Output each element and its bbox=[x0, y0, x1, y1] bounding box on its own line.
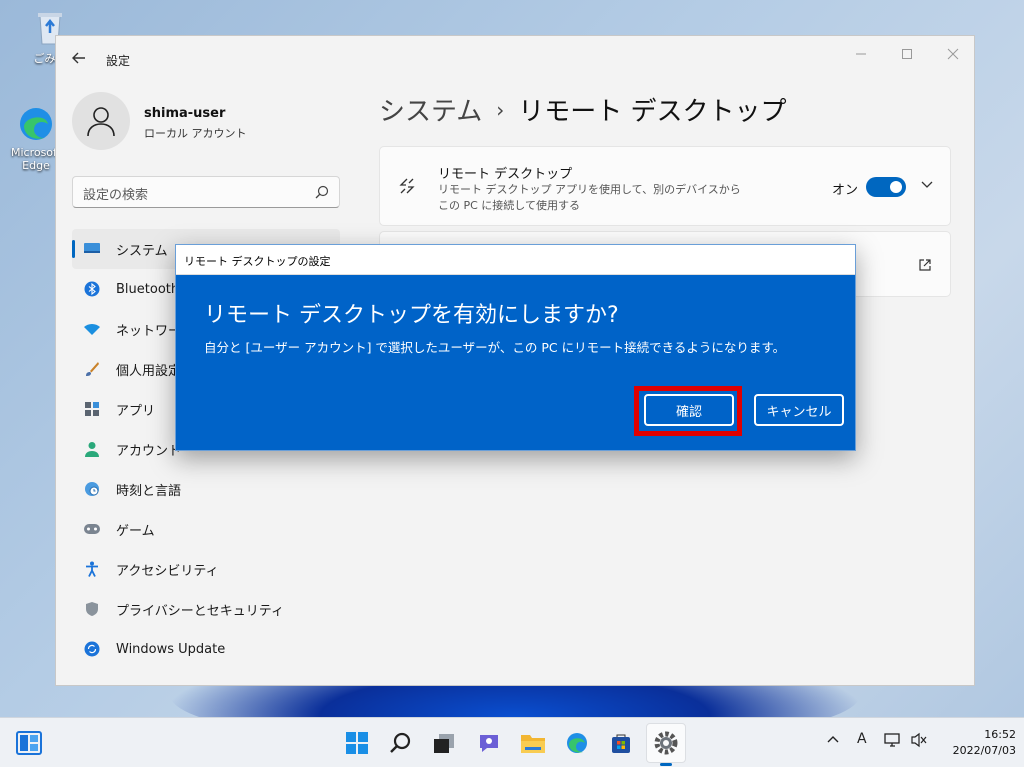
user-profile[interactable]: shima-user ローカル アカウント bbox=[72, 92, 247, 150]
setting-title: リモート デスクトップ bbox=[438, 167, 573, 182]
store-button[interactable] bbox=[606, 728, 636, 758]
network-icon bbox=[884, 733, 900, 747]
avatar bbox=[72, 92, 130, 150]
speaker-muted-icon bbox=[911, 732, 927, 748]
task-view-icon bbox=[434, 734, 454, 753]
minimize-button[interactable] bbox=[840, 42, 882, 70]
page-title: リモート デスクトップ bbox=[518, 97, 787, 127]
toggle-state-label: オン bbox=[832, 183, 859, 198]
file-explorer-icon bbox=[521, 735, 545, 753]
external-link-icon bbox=[919, 259, 931, 271]
back-arrow-icon bbox=[72, 52, 85, 64]
window-title: 設定 bbox=[106, 54, 131, 68]
start-icon bbox=[346, 732, 368, 754]
update-icon bbox=[82, 639, 102, 659]
dialog-message: 自分と [ユーザー アカウント] で選択したユーザーが、この PC にリモート接… bbox=[204, 340, 786, 355]
settings-button[interactable] bbox=[651, 728, 681, 758]
person-avatar-icon bbox=[87, 107, 115, 137]
nav-item-privacy-security[interactable]: プライバシーとセキュリティ bbox=[72, 589, 340, 629]
window-titlebar[interactable]: 設定 bbox=[56, 36, 974, 80]
display-icon bbox=[82, 239, 102, 259]
start-button[interactable] bbox=[342, 728, 372, 758]
breadcrumb-separator: › bbox=[496, 97, 505, 122]
task-view-button[interactable] bbox=[429, 728, 459, 758]
dialog-heading: リモート デスクトップを有効にしますか? bbox=[204, 303, 619, 328]
taskbar: A 16:52 2022/07/03 bbox=[0, 717, 1024, 767]
store-icon bbox=[612, 734, 630, 753]
dialog-title: リモート デスクトップの設定 bbox=[184, 255, 331, 268]
maximize-icon bbox=[902, 49, 912, 59]
chat-icon bbox=[480, 735, 498, 752]
nav-label: 個人用設定 bbox=[116, 363, 182, 379]
show-hidden-icons-button[interactable] bbox=[826, 732, 840, 750]
gamepad-icon bbox=[82, 519, 102, 539]
shield-icon bbox=[82, 599, 102, 619]
close-button[interactable] bbox=[932, 42, 974, 70]
brush-icon bbox=[82, 359, 102, 379]
ime-indicator[interactable]: A bbox=[857, 731, 867, 747]
apps-icon bbox=[82, 399, 102, 419]
nav-label: システム bbox=[116, 243, 168, 259]
bluetooth-icon bbox=[82, 279, 102, 299]
person-icon bbox=[82, 439, 102, 459]
nav-item-time-language[interactable]: 時刻と言語 bbox=[72, 469, 340, 509]
nav-label: 時刻と言語 bbox=[116, 483, 182, 499]
search-icon bbox=[315, 185, 329, 199]
nav-item-gaming[interactable]: ゲーム bbox=[72, 509, 340, 549]
network-status-button[interactable] bbox=[884, 732, 902, 752]
edge-icon bbox=[567, 733, 587, 753]
widgets-icon bbox=[16, 731, 42, 755]
settings-icon bbox=[654, 731, 678, 755]
minimize-icon bbox=[856, 53, 866, 55]
nav-label: Bluetooth bbox=[116, 281, 180, 297]
edge-icon bbox=[16, 104, 56, 144]
back-button[interactable] bbox=[70, 50, 88, 68]
dialog-titlebar[interactable]: リモート デスクトップの設定 bbox=[176, 245, 855, 275]
clock-globe-icon bbox=[82, 479, 102, 499]
settings-search-input[interactable]: 設定の検索 bbox=[72, 176, 340, 208]
maximize-button[interactable] bbox=[886, 42, 928, 70]
breadcrumb-parent[interactable]: システム bbox=[379, 91, 482, 128]
active-app-indicator bbox=[660, 763, 672, 766]
account-type: ローカル アカウント bbox=[144, 127, 247, 140]
nav-label: アプリ bbox=[116, 403, 156, 419]
nav-label: アカウント bbox=[116, 443, 182, 459]
breadcrumb: システム › リモート デスクトップ bbox=[379, 91, 787, 128]
chevron-up-icon bbox=[827, 736, 839, 743]
taskbar-search-button[interactable] bbox=[386, 728, 416, 758]
cancel-button[interactable]: キャンセル bbox=[754, 394, 844, 426]
user-name: shima-user bbox=[144, 106, 226, 121]
nav-label: ゲーム bbox=[116, 523, 155, 539]
confirm-button[interactable]: 確認 bbox=[644, 394, 734, 426]
chevron-down-icon[interactable] bbox=[920, 177, 934, 191]
close-icon bbox=[947, 48, 959, 60]
widgets-button[interactable] bbox=[14, 728, 44, 758]
clock-time: 16:52 bbox=[984, 728, 1016, 741]
toggle-knob bbox=[890, 181, 902, 193]
search-icon bbox=[390, 732, 411, 753]
enable-remote-desktop-dialog: リモート デスクトップの設定 リモート デスクトップを有効にしますか? 自分と … bbox=[175, 244, 856, 451]
taskbar-clock[interactable]: 16:52 2022/07/03 bbox=[930, 727, 1016, 759]
nav-label: アクセシビリティ bbox=[116, 563, 219, 579]
edge-button[interactable] bbox=[562, 728, 592, 758]
volume-button[interactable] bbox=[910, 732, 928, 752]
file-explorer-button[interactable] bbox=[518, 728, 548, 758]
nav-label: Windows Update bbox=[116, 641, 226, 657]
remote-desktop-setting-card[interactable]: リモート デスクトップ リモート デスクトップ アプリを使用して、別のデバイスか… bbox=[379, 146, 951, 226]
remote-desktop-toggle[interactable] bbox=[866, 177, 906, 197]
remote-desktop-icon bbox=[399, 178, 415, 194]
nav-label: プライバシーとセキュリティ bbox=[116, 603, 284, 619]
chat-button[interactable] bbox=[474, 728, 504, 758]
wifi-icon bbox=[82, 319, 102, 339]
setting-description: リモート デスクトップ アプリを使用して、別のデバイスからこの PC に接続して… bbox=[438, 183, 741, 212]
nav-item-accessibility[interactable]: アクセシビリティ bbox=[72, 549, 340, 589]
search-placeholder: 設定の検索 bbox=[83, 188, 149, 203]
accessibility-icon bbox=[82, 559, 102, 579]
nav-item-windows-update[interactable]: Windows Update bbox=[72, 629, 340, 669]
clock-date: 2022/07/03 bbox=[952, 744, 1016, 757]
